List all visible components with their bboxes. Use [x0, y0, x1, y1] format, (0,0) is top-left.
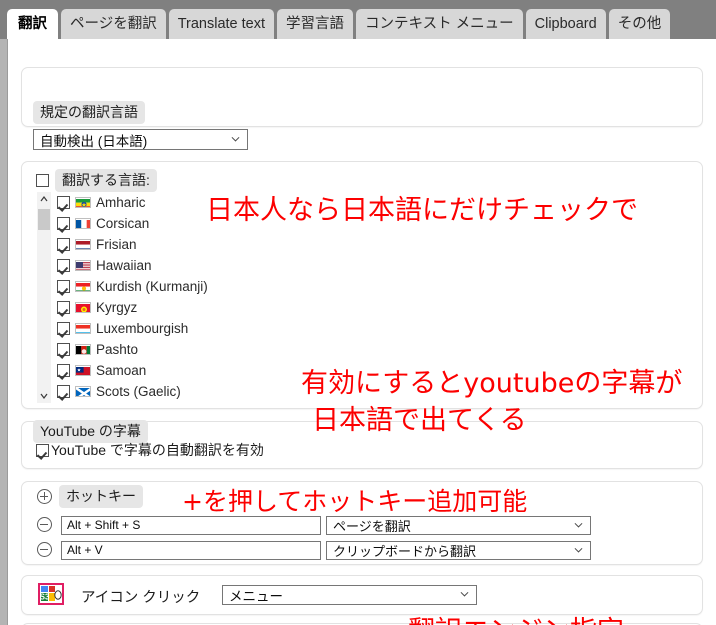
language-row[interactable]: Amharic	[57, 192, 252, 213]
youtube-auto-translate-row[interactable]: YouTube で字幕の自動翻訳を有効	[36, 440, 264, 460]
language-label: Kurdish (Kurmanji)	[96, 279, 208, 294]
language-checkbox[interactable]	[57, 343, 70, 356]
language-list: Amharic Corsican Frisian Hawaiian Kurdish (K…	[37, 192, 252, 403]
hotkey-key-input-1[interactable]: Alt + Shift + S	[61, 516, 321, 535]
icon-click-label: アイコン クリック	[81, 590, 201, 606]
flag-icon	[75, 302, 91, 313]
chevron-down-icon	[460, 591, 469, 597]
language-row[interactable]: Corsican	[57, 213, 252, 234]
flag-icon	[75, 323, 91, 334]
language-row[interactable]: Scots (Gaelic)	[57, 381, 252, 402]
language-checkbox[interactable]	[57, 259, 70, 272]
translate-languages-legend: 翻訳する言語:	[55, 169, 157, 192]
scroll-up-arrow[interactable]	[37, 192, 51, 206]
s3-translator-icon: S3	[38, 583, 64, 605]
options-window: 翻訳 ページを翻訳 Translate text 学習言語 コンテキスト メニュー Cli…	[0, 0, 716, 625]
language-checkbox[interactable]	[57, 196, 70, 209]
scroll-down-arrow[interactable]	[37, 389, 51, 403]
tab-5[interactable]: コンテキスト メニュー	[356, 9, 523, 39]
language-row[interactable]: Kurdish (Kurmanji)	[57, 276, 252, 297]
language-checkbox[interactable]	[57, 217, 70, 230]
language-row[interactable]: Luxembourgish	[57, 318, 252, 339]
remove-hotkey-button-1[interactable]	[37, 517, 52, 532]
tab-6[interactable]: Clipboard	[525, 9, 606, 39]
settings-content: 規定の翻訳言語 自動検出 (日本語) 翻訳する言語: Amharic Corsi…	[9, 39, 716, 625]
language-checkbox[interactable]	[57, 301, 70, 314]
flag-icon	[75, 365, 91, 376]
language-label: Amharic	[96, 195, 146, 210]
icon-click-action-select[interactable]: メニュー	[222, 585, 477, 605]
language-checkbox[interactable]	[57, 385, 70, 398]
hotkey-action-select-1[interactable]: ページを翻訳	[326, 516, 591, 535]
hotkeys-legend: ホットキー	[59, 485, 143, 508]
language-label: Samoan	[96, 363, 147, 378]
tab-strip: 翻訳 ページを翻訳 Translate text 学習言語 コンテキスト メニュー Cli…	[0, 0, 716, 39]
left-rail	[0, 39, 8, 625]
language-checkbox[interactable]	[57, 280, 70, 293]
chevron-down-icon	[574, 547, 583, 553]
language-row[interactable]: Pashto	[57, 339, 252, 360]
add-hotkey-button[interactable]	[37, 489, 52, 504]
language-label: Kyrgyz	[96, 300, 138, 315]
language-row[interactable]: Kyrgyz	[57, 297, 252, 318]
select-all-languages-checkbox[interactable]	[36, 174, 49, 187]
flag-icon	[75, 239, 91, 250]
default-language-legend: 規定の翻訳言語	[33, 101, 145, 124]
language-checkbox[interactable]	[57, 364, 70, 377]
caret-down-icon	[40, 393, 48, 399]
scrollbar-thumb[interactable]	[38, 209, 50, 230]
language-label: Hawaiian	[96, 258, 152, 273]
default-language-value: 自動検出 (日本語)	[40, 133, 148, 149]
translate-languages-legend-row: 翻訳する言語:	[36, 169, 157, 192]
tab-2[interactable]: ページを翻訳	[61, 9, 166, 39]
hotkey-action-select-2[interactable]: クリップボードから翻訳	[326, 541, 591, 560]
language-list-scrollbar[interactable]	[37, 192, 51, 403]
tab-3[interactable]: Translate text	[168, 9, 275, 39]
tab-7[interactable]: その他	[608, 9, 671, 39]
hotkey-key-input-2[interactable]: Alt + V	[61, 541, 321, 560]
youtube-auto-translate-checkbox[interactable]	[36, 443, 49, 457]
language-rows: Amharic Corsican Frisian Hawaiian Kurdish (K…	[57, 192, 252, 402]
svg-text:S3: S3	[40, 593, 50, 602]
default-language-select[interactable]: 自動検出 (日本語)	[33, 129, 248, 150]
language-label: Pashto	[96, 342, 139, 357]
flag-icon	[75, 260, 91, 271]
flag-icon	[75, 344, 91, 355]
tab-4[interactable]: 学習言語	[277, 9, 354, 39]
hotkey-action-value-2: クリップボードから翻訳	[333, 544, 477, 559]
caret-up-icon	[40, 196, 48, 202]
flag-icon	[75, 197, 91, 208]
chevron-down-icon	[574, 522, 583, 528]
language-checkbox[interactable]	[57, 322, 70, 335]
remove-hotkey-button-2[interactable]	[37, 542, 52, 557]
icon-click-action-value: メニュー	[229, 589, 283, 604]
language-label: Corsican	[96, 216, 150, 231]
flag-icon	[75, 281, 91, 292]
language-label: Frisian	[96, 237, 137, 252]
language-checkbox[interactable]	[57, 238, 70, 251]
language-label: Luxembourgish	[96, 321, 189, 336]
flag-icon	[75, 386, 91, 397]
hotkey-action-value-1: ページを翻訳	[333, 519, 411, 534]
language-row[interactable]: Hawaiian	[57, 255, 252, 276]
language-row[interactable]: Frisian	[57, 234, 252, 255]
youtube-auto-translate-label: YouTube で字幕の自動翻訳を有効	[51, 442, 264, 458]
s3-translator-glyph: S3	[40, 586, 62, 602]
tab-1[interactable]: 翻訳	[7, 9, 58, 39]
language-label: Scots (Gaelic)	[96, 384, 181, 399]
language-row[interactable]: Samoan	[57, 360, 252, 381]
chevron-down-icon	[231, 136, 240, 142]
flag-icon	[75, 218, 91, 229]
